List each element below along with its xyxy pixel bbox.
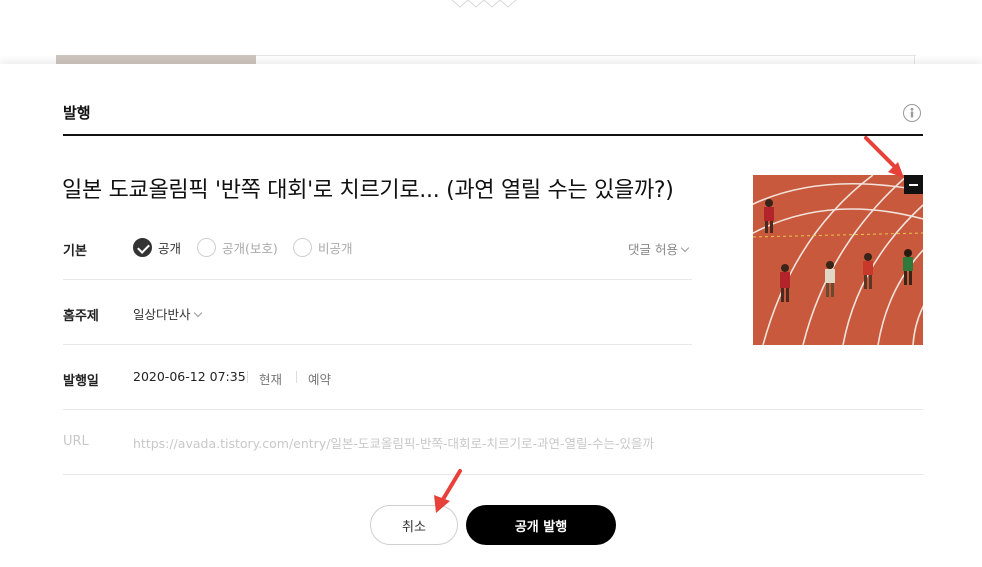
topic-selected: 일상다반사 bbox=[133, 307, 191, 322]
row-divider bbox=[63, 474, 923, 475]
basic-label: 기본 bbox=[63, 244, 87, 259]
remove-thumbnail-button[interactable] bbox=[904, 175, 923, 194]
separator bbox=[247, 371, 248, 383]
radio-label: 공개(보호) bbox=[222, 240, 278, 256]
title-divider bbox=[63, 134, 923, 136]
zigzag-ornament bbox=[452, 0, 517, 8]
chevron-down-icon bbox=[193, 308, 202, 318]
publish-panel: 발행 일본 도쿄올림픽 '반쪽 대회'로 치르기로... (과연 열릴 수는 있… bbox=[0, 64, 982, 567]
visibility-public-radio[interactable]: 공개 bbox=[133, 237, 181, 257]
date-now-option[interactable]: 현재 bbox=[259, 369, 282, 388]
row-divider bbox=[63, 409, 923, 410]
chevron-down-icon bbox=[680, 243, 690, 253]
radio-circle bbox=[293, 237, 312, 257]
date-reserve-option[interactable]: 예약 bbox=[308, 369, 331, 388]
radio-label: 공개 bbox=[158, 240, 182, 256]
panel-title: 발행 bbox=[63, 104, 91, 122]
row-divider bbox=[63, 279, 692, 280]
topic-label: 홈주제 bbox=[63, 309, 99, 324]
thumbnail-image bbox=[753, 175, 923, 345]
topic-dropdown[interactable]: 일상다반사 bbox=[133, 304, 202, 323]
visibility-private-radio[interactable]: 비공개 bbox=[293, 237, 353, 257]
post-title: 일본 도쿄올림픽 '반쪽 대회'로 치르기로... (과연 열릴 수는 있을까?… bbox=[62, 178, 674, 203]
separator bbox=[296, 371, 297, 383]
url-value: https://avada.tistory.com/entry/일본-도쿄올림픽… bbox=[133, 436, 655, 451]
background-page bbox=[0, 0, 982, 67]
radio-circle bbox=[197, 237, 216, 257]
check-icon bbox=[133, 237, 152, 257]
row-divider bbox=[63, 344, 692, 345]
radio-label: 비공개 bbox=[318, 240, 353, 256]
publish-date-value: 2020-06-12 07:35 bbox=[133, 369, 246, 384]
visibility-protected-radio[interactable]: 공개(보호) bbox=[197, 237, 278, 257]
publish-date-label: 발행일 bbox=[63, 374, 99, 389]
url-label: URL bbox=[63, 434, 89, 449]
publish-button[interactable]: 공개 발행 bbox=[466, 505, 616, 545]
cancel-button[interactable]: 취소 bbox=[370, 505, 458, 545]
help-icon[interactable] bbox=[903, 104, 921, 122]
running-track-illustration bbox=[753, 175, 923, 345]
background-divider bbox=[256, 55, 916, 56]
comment-setting-label: 댓글 허용 bbox=[628, 242, 678, 257]
comment-setting-dropdown[interactable]: 댓글 허용 bbox=[628, 239, 690, 258]
